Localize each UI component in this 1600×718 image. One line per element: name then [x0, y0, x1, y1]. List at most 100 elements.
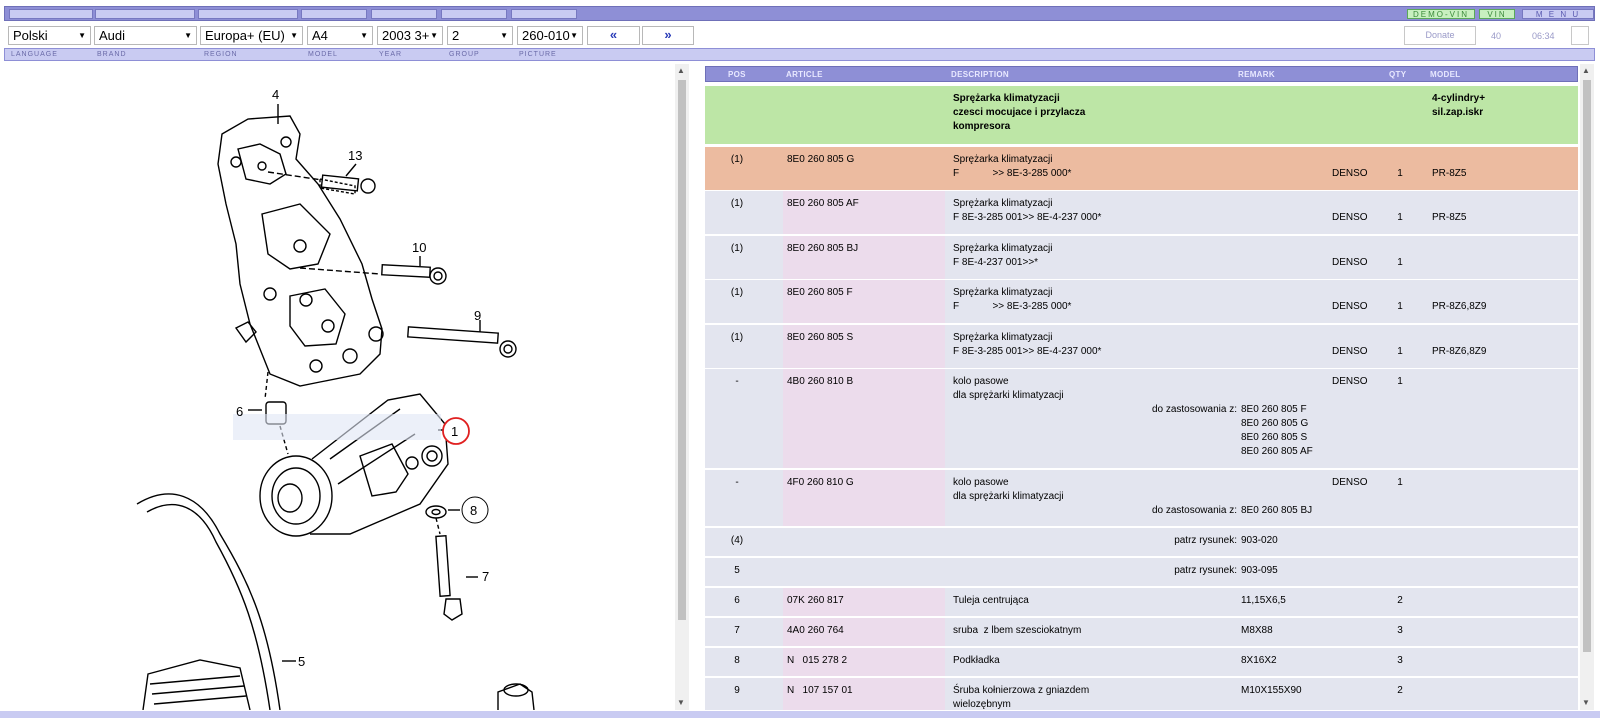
table-scrollbar[interactable]: ▲ ▼ — [1580, 64, 1594, 710]
row-article[interactable]: N 015 278 2 — [787, 654, 847, 668]
row-article[interactable]: 4F0 260 810 G — [787, 476, 854, 490]
parts-table-body: Sprężarka klimatyzacji czesci mocujace i… — [705, 86, 1578, 710]
group-header-row: Sprężarka klimatyzacji czesci mocujace i… — [705, 86, 1578, 144]
chevron-down-icon: ▼ — [78, 31, 86, 40]
parts-table-header: POS ARTICLE DESCRIPTION REMARK QTY MODEL — [705, 66, 1578, 82]
row-pos: 9 — [734, 685, 740, 696]
scroll-up-icon[interactable]: ▲ — [1582, 66, 1590, 75]
label-model: MODEL — [308, 51, 338, 58]
counter-value: 40 — [1491, 31, 1502, 41]
row-article[interactable]: 8E0 260 805 BJ — [787, 242, 858, 256]
callout-7: 7 — [482, 569, 489, 584]
callout-13: 13 — [348, 148, 362, 163]
top-tab-brand[interactable] — [95, 9, 195, 19]
table-row[interactable]: 7 4A0 260 764 sruba z lbem szesciokatnym… — [705, 618, 1578, 646]
picture-value: 260-010 — [522, 28, 570, 43]
scroll-up-icon[interactable]: ▲ — [677, 66, 685, 75]
group-description: Sprężarka klimatyzacji czesci mocujace i… — [953, 93, 1086, 132]
region-value: Europa+ (EU) — [205, 28, 285, 43]
row-article[interactable]: 8E0 260 805 G — [787, 153, 854, 167]
col-model: MODEL — [1430, 70, 1461, 79]
top-tab-model[interactable] — [301, 9, 367, 19]
label-language: LANGUAGE — [11, 51, 58, 58]
callout-4: 4 — [272, 87, 279, 102]
picture-select[interactable]: 260-010 ▼ — [517, 26, 583, 45]
table-row[interactable]: (1) 8E0 260 805 F Sprężarka klimatyzacji… — [705, 280, 1578, 323]
row-brand: DENSO — [1332, 257, 1368, 268]
top-tab-year[interactable] — [371, 9, 437, 19]
scroll-down-icon[interactable]: ▼ — [1582, 698, 1590, 707]
row-description: Sprężarka klimatyzacji F 8E-3-285 001>> … — [953, 198, 1102, 223]
next-picture-button[interactable]: » — [642, 26, 694, 45]
table-row[interactable]: - 4F0 260 810 G kolo pasowe dla sprężark… — [705, 470, 1578, 526]
scroll-down-icon[interactable]: ▼ — [677, 698, 685, 707]
row-article[interactable]: 4A0 260 764 — [787, 624, 844, 638]
row-see-link[interactable]: 903-020 — [1241, 534, 1278, 548]
table-row[interactable]: (1) 8E0 260 805 G Sprężarka klimatyzacji… — [705, 147, 1578, 190]
brand-value: Audi — [99, 28, 126, 43]
table-row[interactable]: 6 07K 260 817 Tuleja centrująca 11,15X6,… — [705, 588, 1578, 616]
table-row[interactable]: 9 N 107 157 01 Śruba kołnierzowa z gniaz… — [705, 678, 1578, 710]
menu-button[interactable]: M E N U — [1522, 9, 1594, 19]
prev-picture-button[interactable]: « — [587, 26, 640, 45]
row-brand: DENSO — [1332, 346, 1368, 357]
brand-select[interactable]: Audi ▼ — [94, 26, 197, 45]
group-select[interactable]: 2 ▼ — [447, 26, 513, 45]
row-article[interactable]: 4B0 260 810 B — [787, 375, 853, 389]
demo-vin-button[interactable]: DEMO-VIN — [1407, 9, 1475, 19]
diagram-scrollbar[interactable]: ▲ ▼ — [675, 64, 689, 710]
donate-button[interactable]: Donate — [1404, 26, 1476, 45]
model-value: A4 — [312, 28, 328, 43]
model-select[interactable]: A4 ▼ — [307, 26, 373, 45]
row-article[interactable]: 07K 260 817 — [787, 594, 844, 608]
row-description: Śruba kołnierzowa z gniazdem wielozębnym — [953, 685, 1090, 710]
top-tab-picture[interactable] — [511, 9, 577, 19]
row-remark: M10X155X90 — [1241, 685, 1302, 696]
parts-diagram[interactable]: 4 13 10 9 6 1 8 7 5 — [0, 64, 673, 710]
row-brand: DENSO — [1332, 477, 1368, 488]
table-row[interactable]: 5 patrz rysunek: 903-095 — [705, 558, 1578, 586]
row-article[interactable]: 8E0 260 805 AF — [787, 197, 859, 211]
label-region: REGION — [204, 51, 238, 58]
row-pos: - — [735, 477, 739, 488]
row-pos: 5 — [734, 565, 740, 576]
region-select[interactable]: Europa+ (EU) ▼ — [200, 26, 303, 45]
chevron-down-icon: ▼ — [290, 31, 298, 40]
row-brand: DENSO — [1332, 168, 1368, 179]
row-see-label: patrz rysunek: — [1174, 535, 1237, 546]
settings-box[interactable] — [1571, 26, 1589, 45]
table-row[interactable]: (1) 8E0 260 805 AF Sprężarka klimatyzacj… — [705, 191, 1578, 234]
col-description: DESCRIPTION — [951, 70, 1009, 79]
bottom-bar — [0, 711, 1600, 718]
row-see-link[interactable]: 903-095 — [1241, 564, 1278, 578]
label-group: GROUP — [449, 51, 480, 58]
row-qty: 1 — [1397, 257, 1403, 268]
year-select[interactable]: 2003 3+ ▼ — [377, 26, 443, 45]
row-article[interactable]: 8E0 260 805 S — [787, 331, 853, 345]
row-article[interactable]: N 107 157 01 — [787, 684, 853, 698]
diagram-scroll-thumb[interactable] — [678, 80, 686, 620]
callout-8: 8 — [470, 503, 477, 518]
top-tab-language[interactable] — [9, 9, 93, 19]
language-select[interactable]: Polski ▼ — [8, 26, 91, 45]
clock-value: 06:34 — [1532, 31, 1555, 41]
table-scroll-thumb[interactable] — [1583, 80, 1591, 652]
top-tab-region[interactable] — [198, 9, 298, 19]
table-row[interactable]: (4) patrz rysunek: 903-020 — [705, 528, 1578, 556]
top-tab-group[interactable] — [441, 9, 507, 19]
row-model: PR-8Z5 — [1432, 212, 1467, 223]
table-row[interactable]: - 4B0 260 810 B kolo pasowe dla sprężark… — [705, 369, 1578, 468]
exploded-view-drawing: 4 13 10 9 6 1 8 7 5 — [136, 87, 535, 710]
label-year: YEAR — [379, 51, 403, 58]
row-description: Sprężarka klimatyzacji F >> 8E-3-285 000… — [953, 154, 1072, 179]
table-row[interactable]: 8 N 015 278 2 Podkładka 8X16X2 3 — [705, 648, 1578, 676]
row-qty: 1 — [1397, 376, 1403, 387]
row-article[interactable]: 8E0 260 805 F — [787, 286, 853, 300]
vin-button[interactable]: VIN — [1479, 9, 1515, 19]
chevron-down-icon: ▼ — [500, 31, 508, 40]
callout-10: 10 — [412, 240, 426, 255]
row-description: sruba z lbem szesciokatnym — [953, 625, 1082, 636]
table-row[interactable]: (1) 8E0 260 805 BJ Sprężarka klimatyzacj… — [705, 236, 1578, 279]
table-row[interactable]: (1) 8E0 260 805 S Sprężarka klimatyzacji… — [705, 325, 1578, 368]
row-pos: (1) — [730, 332, 744, 343]
